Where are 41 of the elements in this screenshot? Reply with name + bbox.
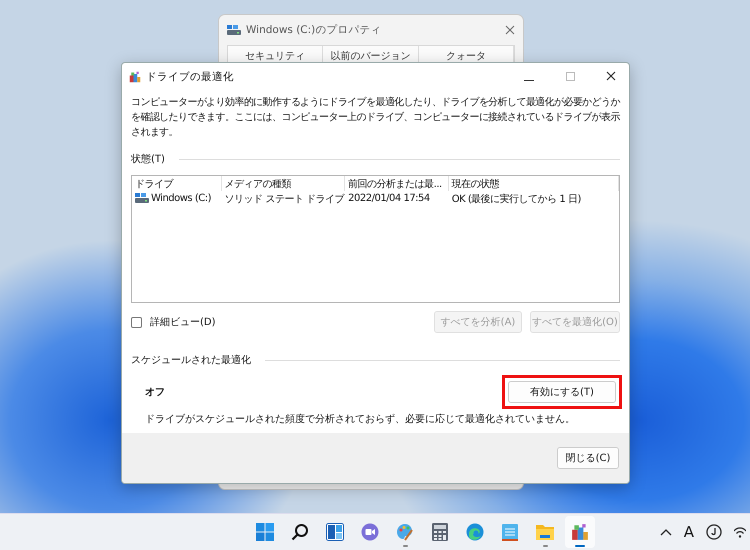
maximize-icon [566, 72, 574, 81]
column-header[interactable]: メディアの種類 [222, 176, 346, 191]
column-header[interactable]: ドライブ [132, 176, 222, 191]
checkbox-label: 詳細ビュー(D) [150, 316, 216, 329]
widgets-icon [326, 523, 344, 541]
column-header[interactable]: 現在の状態 [448, 176, 620, 191]
description-text: コンピューターがより効率的に動作するようにドライブを最適化したり、ドライブを分析して最適化が必要かどうかを確認したりできます。ここには、コンピューター上のドライブ、コンピューターに接続されているドライブが表示されます。 [131, 96, 620, 140]
defrag-icon [129, 71, 141, 83]
calculator-icon [432, 523, 448, 541]
running-indicator [542, 545, 548, 547]
column-header[interactable]: 前回の分析または最... [345, 176, 449, 191]
window-title: Windows (C:)のプロパティ [246, 23, 382, 37]
window-title: ドライブの最適化 [146, 70, 235, 84]
section-label: 状態(T) [131, 152, 165, 166]
schedule-state: オフ [145, 386, 165, 399]
browser-icon [466, 523, 484, 541]
chat-icon [361, 523, 380, 541]
drive-row[interactable]: Windows (C:) ソリッド ステート ドライブ 2022/01/04 17:54 OK (最後に実行してから 1 日) [132, 191, 619, 206]
search-icon [291, 523, 310, 541]
palette-icon [396, 523, 414, 541]
table-cell: 2022/01/04 17:54 [348, 193, 430, 204]
folder-icon [536, 524, 554, 540]
wifi-icon[interactable] [734, 526, 746, 538]
table-cell: Windows (C:) [151, 193, 211, 204]
table-cell-text: ソリッド ステート ドライブ [224, 192, 344, 206]
table-cell-text: OK (最後に実行してから 1 日) [452, 192, 581, 206]
start-icon [256, 523, 274, 541]
running-indicator [402, 545, 408, 547]
enable-button[interactable]: 有効にする(T) [508, 381, 616, 403]
close-dialog-button[interactable]: 閉じる(C) [557, 447, 619, 469]
defrag-icon [571, 523, 590, 541]
checkbox[interactable] [131, 316, 142, 328]
close-icon[interactable] [606, 71, 616, 81]
input-mode-indicator[interactable]: A [684, 523, 694, 541]
notepad-icon [502, 523, 518, 541]
drive-icon [227, 24, 241, 36]
section-label: スケジュールされた最適化 [131, 354, 251, 367]
chevron-up-icon[interactable] [660, 528, 672, 536]
running-indicator [575, 545, 586, 547]
drive-icon [135, 193, 149, 204]
schedule-description: ドライブがスケジュールされた頻度で分析されておらず、必要に応じて最適化されていません。 [145, 412, 576, 426]
